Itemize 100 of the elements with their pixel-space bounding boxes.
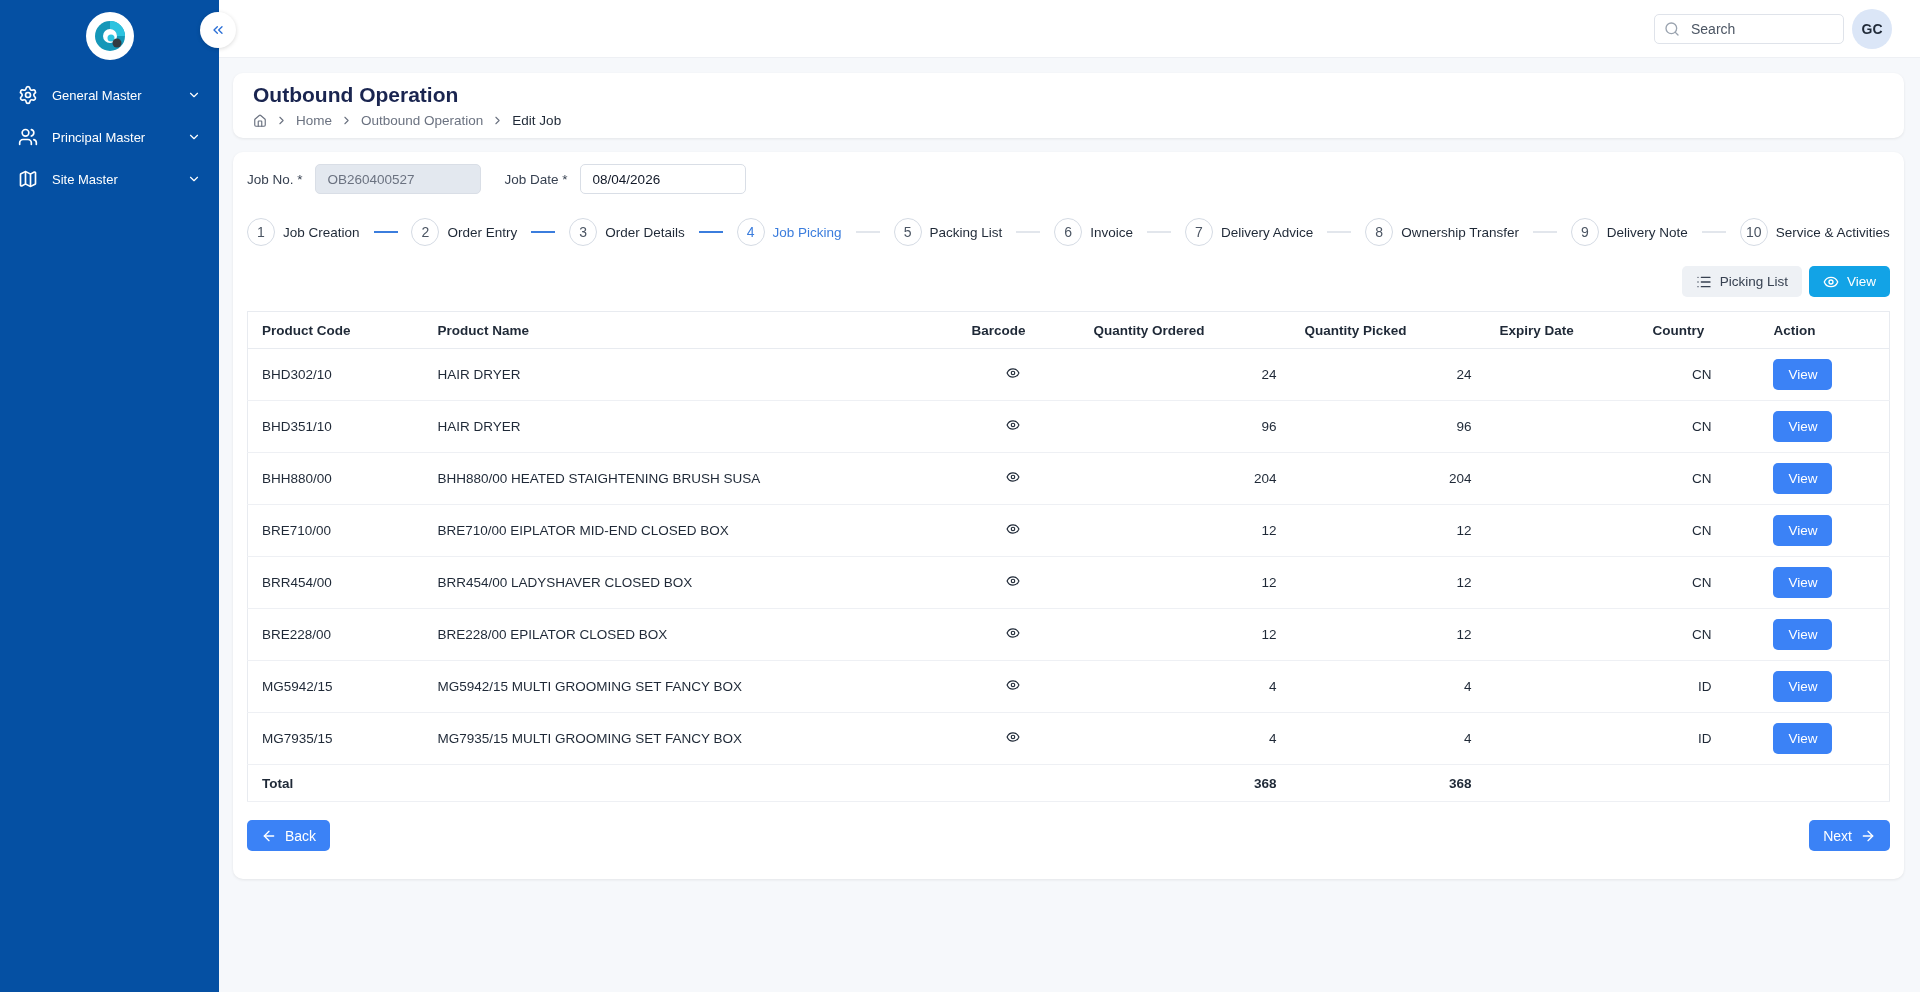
table-cell: BRR454/00 LADYSHAVER CLOSED BOX [423, 556, 958, 609]
table-cell: CN [1638, 348, 1760, 401]
field-label: Job No. * [247, 171, 303, 187]
next-button[interactable]: Next [1809, 820, 1890, 851]
table-cell: BRE228/00 [247, 608, 424, 661]
job-date-field[interactable]: 08/04/2026 [579, 164, 746, 194]
sidebar-item[interactable]: Principal Master [0, 116, 219, 158]
sidebar-item[interactable]: General Master [0, 74, 219, 116]
table-cell: 204 [1079, 452, 1291, 505]
table-cell: 24 [1079, 348, 1291, 401]
user-avatar[interactable]: GC [1852, 8, 1892, 49]
back-button[interactable]: Back [247, 820, 331, 851]
table-cell: HAIR DRYER [423, 400, 958, 453]
step-connector [373, 231, 398, 233]
eye-icon[interactable] [1005, 574, 1020, 588]
table-cell: BHH880/00 HEATED STAIGHTENING BRUSH SUSA [423, 452, 958, 505]
page-title: Outbound Operation [253, 83, 460, 107]
table-cell: MG5942/15 MULTI GROOMING SET FANCY BOX [423, 660, 958, 713]
search-field[interactable]: Search [1654, 13, 1844, 44]
view-button[interactable]: View [1773, 515, 1833, 546]
table-cell: MG5942/15 [247, 660, 424, 713]
eye-icon[interactable] [1005, 418, 1020, 432]
step-label[interactable]: Job Picking [772, 224, 842, 240]
table-cell: 12 [1079, 556, 1291, 609]
table-cell: CN [1638, 400, 1760, 453]
table-cell: BHD302/10 [247, 348, 424, 401]
view-button[interactable]: View [1773, 411, 1833, 442]
table-cell: BHD351/10 [247, 400, 424, 453]
step-label[interactable]: Ownership Transfer [1401, 224, 1519, 240]
table-cell: MG7935/15 [247, 712, 424, 765]
table-cell: 12 [1079, 504, 1291, 557]
eye-icon[interactable] [1005, 678, 1020, 692]
view-button[interactable]: View [1773, 671, 1833, 702]
step-label[interactable]: Delivery Note [1606, 224, 1688, 240]
table-cell: 12 [1079, 608, 1291, 661]
step-label[interactable]: Service & Activities [1775, 224, 1890, 240]
column-header: Product Name [423, 311, 958, 349]
view-button[interactable]: View [1773, 723, 1833, 754]
table-cell: 24 [1290, 348, 1486, 401]
column-header: Quantity Ordered [1079, 311, 1291, 349]
eye-icon[interactable] [1005, 626, 1020, 640]
view-button[interactable]: View [1773, 359, 1833, 390]
eye-icon[interactable] [1005, 522, 1020, 536]
step-label[interactable]: Delivery Advice [1220, 224, 1314, 240]
table-cell: 96 [1290, 400, 1486, 453]
step-label[interactable]: Invoice [1090, 224, 1133, 240]
map-icon [18, 169, 38, 189]
column-header: Expiry Date [1485, 311, 1639, 349]
collapse-button[interactable] [200, 12, 236, 48]
table-cell: MG7935/15 MULTI GROOMING SET FANCY BOX [423, 712, 958, 765]
table-cell: CN [1638, 556, 1760, 609]
table-cell: BRE710/00 EIPLATOR MID-END CLOSED BOX [423, 504, 958, 557]
home-icon[interactable] [253, 113, 267, 128]
table-cell: ID [1638, 712, 1760, 765]
table-cell: 4 [1290, 712, 1486, 765]
view-button[interactable]: View [1773, 463, 1833, 494]
table-cell: ID [1638, 660, 1760, 713]
table-cell: CN [1638, 608, 1760, 661]
eye-icon[interactable] [1005, 366, 1020, 380]
breadcrumb-link[interactable]: Outbound Operation [361, 113, 484, 128]
logo-icon [85, 12, 134, 60]
table-cell: 204 [1290, 452, 1486, 505]
table-cell: 96 [1079, 400, 1291, 453]
table-cell: 368 [1290, 764, 1486, 802]
breadcrumb-link[interactable]: Home [296, 113, 332, 128]
eye-icon[interactable] [1005, 730, 1020, 744]
users-icon [18, 127, 38, 147]
picking-list-button[interactable]: Picking List [1681, 266, 1802, 297]
eye-icon[interactable] [1005, 470, 1020, 484]
step-label[interactable]: Packing List [929, 224, 1003, 240]
table-cell: BHH880/00 [247, 452, 424, 505]
step-connector [531, 231, 556, 233]
settings-icon [18, 85, 38, 105]
view-button[interactable]: View [1773, 619, 1833, 650]
job-number-field[interactable]: OB260400527 [314, 164, 481, 194]
view-button[interactable]: View [1773, 567, 1833, 598]
table-cell: 12 [1290, 556, 1486, 609]
table-cell: BRR454/00 [247, 556, 424, 609]
field-label: Job Date * [504, 171, 568, 187]
table-cell: 4 [1079, 660, 1291, 713]
table-cell: 368 [1079, 764, 1291, 802]
total-label: Total [247, 764, 424, 802]
column-header: Country [1638, 311, 1760, 349]
step-label[interactable]: Order Entry [447, 224, 518, 240]
table-cell: BRE710/00 [247, 504, 424, 557]
step-connector [698, 231, 723, 233]
table-cell: CN [1638, 504, 1760, 557]
table-cell: 12 [1290, 504, 1486, 557]
search-icon [1664, 20, 1680, 37]
step-label[interactable]: Job Creation [283, 224, 360, 240]
column-header: Action [1759, 311, 1890, 349]
table-cell: 4 [1079, 712, 1291, 765]
column-header: Quantity Picked [1290, 311, 1486, 349]
table-cell: HAIR DRYER [423, 348, 958, 401]
step-label[interactable]: Order Details [605, 224, 685, 240]
table-cell: CN [1638, 452, 1760, 505]
column-header: Barcode [957, 311, 1080, 349]
table-cell: 4 [1290, 660, 1486, 713]
sidebar-item[interactable]: Site Master [0, 158, 219, 200]
column-header: Product Code [247, 311, 424, 349]
